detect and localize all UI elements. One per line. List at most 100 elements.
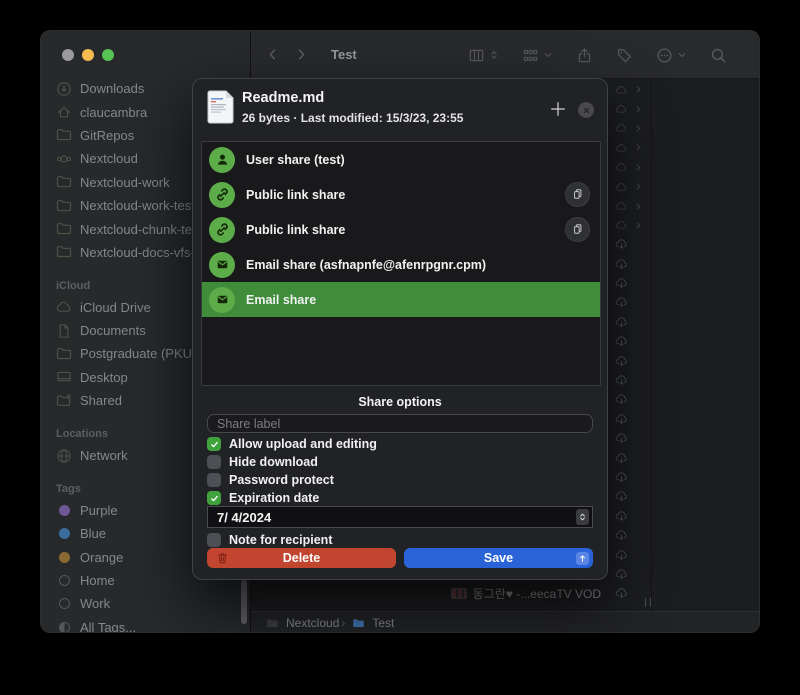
- checkbox-password-protect[interactable]: Password protect: [207, 472, 334, 488]
- breadcrumb-label: Test: [372, 616, 394, 630]
- checkbox-hide-download[interactable]: Hide download: [207, 454, 318, 470]
- checkbox-box[interactable]: [207, 473, 221, 487]
- checkbox-allow-upload[interactable]: Allow upload and editing: [207, 436, 377, 452]
- search-button[interactable]: [710, 47, 727, 64]
- cloud-download-icon: [614, 393, 629, 406]
- cloud-download-icon: [614, 413, 629, 426]
- nextcloud-icon: [56, 151, 72, 167]
- date-stepper[interactable]: [576, 509, 589, 525]
- copy-link-button[interactable]: [565, 182, 590, 207]
- close-dialog-button[interactable]: [578, 102, 594, 118]
- folder-icon: [56, 198, 72, 214]
- cloud-icon: [614, 181, 629, 193]
- sidebar-item-tag-work[interactable]: Work: [56, 592, 250, 615]
- checkbox-box[interactable]: [207, 491, 221, 505]
- file-row[interactable]: 동그란♥ -...eecaTV VOD: [251, 584, 651, 603]
- sidebar-item-label: iCloud Drive: [80, 300, 151, 315]
- up-down-chevron-icon: [578, 511, 587, 523]
- cloud-download-icon: [614, 258, 629, 271]
- forward-button[interactable]: [294, 47, 309, 62]
- sidebar-item-label: Nextcloud-work: [80, 175, 170, 190]
- group-by-button[interactable]: [522, 47, 553, 64]
- sidebar-item-label: Network: [80, 448, 128, 463]
- expiration-date-value: 7/ 4/2024: [208, 510, 271, 525]
- expiration-date-field[interactable]: 7/ 4/2024: [207, 506, 593, 528]
- delete-button[interactable]: Delete: [207, 548, 396, 568]
- cloud-icon: [614, 142, 629, 154]
- tag-icon: [616, 47, 633, 64]
- folder-icon: [265, 617, 280, 630]
- share-label: Email share: [246, 293, 316, 307]
- column-divider[interactable]: [651, 79, 652, 611]
- share-dialog: Readme.md 26 bytes · Last modified: 15/3…: [192, 78, 608, 580]
- share-row-email-2[interactable]: Email share: [202, 282, 600, 317]
- save-button[interactable]: Save: [404, 548, 593, 568]
- cloud-download-icon: [614, 316, 629, 329]
- share-label-input[interactable]: [207, 414, 593, 433]
- sidebar-item-label: GitRepos: [80, 128, 134, 143]
- checkbox-box[interactable]: [207, 437, 221, 451]
- link-share-icon: [209, 182, 235, 208]
- upload-badge-icon: [576, 552, 589, 565]
- sidebar-item-label: All Tags...: [80, 620, 136, 633]
- add-share-button[interactable]: [549, 100, 567, 118]
- cloud-download-icon: [614, 510, 629, 523]
- more-actions-button[interactable]: [656, 47, 687, 64]
- group-icon: [522, 47, 539, 64]
- tags-button[interactable]: [616, 47, 633, 64]
- clipboard-icon: [571, 223, 584, 236]
- sidebar-item-label: Downloads: [80, 81, 144, 96]
- minimize-window-button[interactable]: [82, 49, 94, 61]
- markdown-file-icon: [207, 90, 234, 124]
- chevron-down-icon: [677, 50, 687, 60]
- share-button[interactable]: [576, 47, 593, 64]
- home-icon: [56, 104, 72, 120]
- breadcrumb-label: Nextcloud: [286, 616, 339, 630]
- share-row-public-link-1[interactable]: Public link share: [202, 177, 600, 212]
- ellipsis-icon: [656, 47, 673, 64]
- sidebar-item-label: Orange: [80, 550, 123, 565]
- share-list: User share (test) Public link share Publ…: [201, 141, 601, 386]
- sidebar-item-all-tags[interactable]: All Tags...: [56, 616, 250, 633]
- checkbox-label: Allow upload and editing: [229, 437, 377, 451]
- column-view-icon: [468, 47, 485, 64]
- copy-link-button[interactable]: [565, 217, 590, 242]
- view-mode-button[interactable]: [468, 47, 499, 64]
- back-button[interactable]: [265, 47, 280, 62]
- share-label: Public link share: [246, 223, 345, 237]
- share-icon: [576, 47, 593, 64]
- close-window-button[interactable]: [62, 49, 74, 61]
- cloud-icon: [614, 219, 629, 231]
- share-label: Email share (asfnapnfe@afenrpgnr.cpm): [246, 258, 486, 272]
- checkbox-note-for-recipient[interactable]: Note for recipient: [207, 532, 333, 548]
- cloud-download-icon: [614, 277, 629, 290]
- sidebar-item-label: Desktop: [80, 370, 128, 385]
- cloud-download-icon: [614, 490, 629, 503]
- checkbox-box[interactable]: [207, 455, 221, 469]
- chevron-right-icon: [634, 163, 643, 172]
- document-icon: [56, 323, 72, 339]
- share-row-user[interactable]: User share (test): [202, 142, 600, 177]
- chevron-down-icon: [543, 50, 553, 60]
- cloud-download-icon: [614, 568, 629, 581]
- column-resize-handle[interactable]: [645, 598, 651, 607]
- cloud-icon: [56, 299, 72, 315]
- email-share-icon: [209, 287, 235, 313]
- sidebar-item-label: Purple: [80, 503, 118, 518]
- cloud-download-icon: [614, 432, 629, 445]
- shared-folder-icon: [56, 393, 72, 409]
- checkbox-expiration-date[interactable]: Expiration date: [207, 490, 319, 506]
- share-row-email-1[interactable]: Email share (asfnapnfe@afenrpgnr.cpm): [202, 247, 600, 282]
- checkbox-box[interactable]: [207, 533, 221, 547]
- share-row-public-link-2[interactable]: Public link share: [202, 212, 600, 247]
- work-tag-icon: [59, 598, 70, 609]
- breadcrumb-root[interactable]: Nextcloud: [265, 616, 339, 630]
- delete-button-label: Delete: [283, 551, 321, 565]
- chevron-right-icon: [634, 124, 643, 133]
- zoom-window-button[interactable]: [102, 49, 114, 61]
- breadcrumb-current[interactable]: Test: [351, 616, 394, 630]
- sidebar-scrollbar[interactable]: [241, 580, 247, 624]
- check-icon: [210, 494, 219, 503]
- folder-icon: [56, 127, 72, 143]
- cloud-download-icon: [614, 335, 629, 348]
